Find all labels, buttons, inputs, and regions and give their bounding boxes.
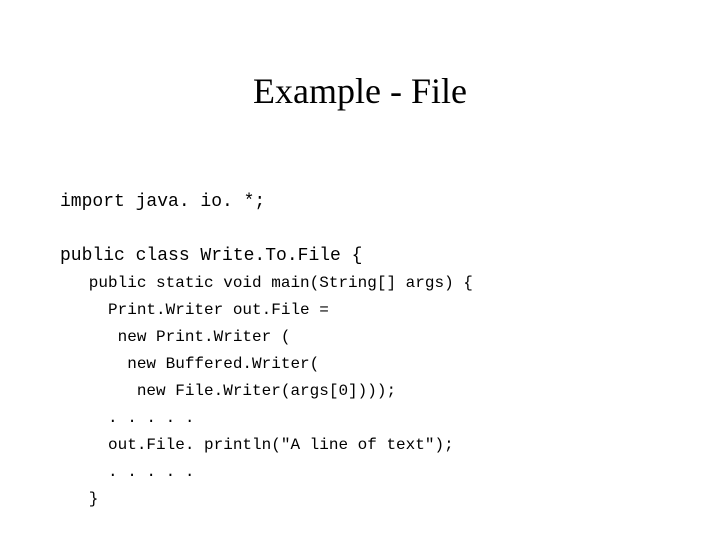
- code-line: out.File. println("A line of text");: [60, 436, 454, 454]
- code-line: }: [60, 490, 98, 508]
- code-line: import java. io. *;: [60, 192, 265, 212]
- code-line: . . . . .: [60, 463, 194, 481]
- slide: Example - File import java. io. *; publi…: [0, 0, 720, 540]
- code-block: import java. io. *; public class Write.T…: [60, 162, 660, 513]
- code-line: new Buffered.Writer(: [60, 355, 319, 373]
- slide-title: Example - File: [60, 70, 660, 112]
- code-line: public class Write.To.File {: [60, 246, 362, 266]
- code-line: public static void main(String[] args) {: [60, 274, 473, 292]
- code-line: . . . . .: [60, 409, 194, 427]
- code-line: new File.Writer(args[0])));: [60, 382, 396, 400]
- code-line: Print.Writer out.File =: [60, 301, 329, 319]
- code-line: new Print.Writer (: [60, 328, 290, 346]
